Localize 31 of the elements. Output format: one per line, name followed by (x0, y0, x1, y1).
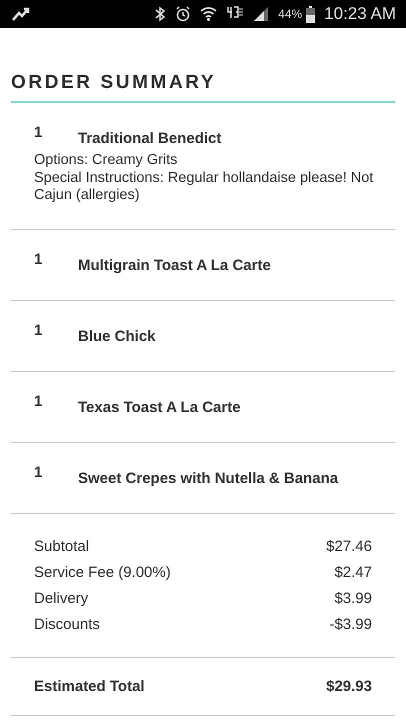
clock-time: 10:23 AM (324, 4, 396, 24)
battery-percentage: 44% (278, 7, 302, 21)
page-title: ORDER SUMMARY (11, 72, 395, 103)
charge-amount: -$3.99 (329, 614, 372, 634)
charge-amount: $3.99 (334, 588, 372, 608)
item-quantity: 1 (34, 125, 44, 141)
charge-label: Subtotal (34, 536, 90, 556)
item-name: Sweet Crepes with Nutella & Banana (78, 468, 338, 488)
charge-label: Discounts (34, 614, 100, 634)
item-note: Options: Creamy Grits (34, 152, 178, 170)
item-quantity: 1 (34, 464, 44, 480)
charge-amount: $2.47 (334, 562, 372, 582)
trend-icon (12, 7, 30, 21)
charge-label: Service Fee (9.00%) (34, 562, 171, 582)
item-name: Traditional Benedict (78, 129, 222, 149)
charge-label: Delivery (34, 588, 88, 608)
alarm-icon (175, 6, 192, 22)
item-name: Multigrain Toast A La Carte (78, 256, 271, 276)
item-quantity: 1 (34, 252, 44, 268)
item-name: Blue Chick (78, 326, 156, 346)
item-quantity: 1 (34, 394, 44, 410)
signal-icon (253, 6, 270, 22)
item-note: Special Instructions: Regular hollandaise please! Not Cajun (allergies) (34, 170, 374, 204)
total-amount: $29.93 (326, 676, 372, 696)
wifi-icon (200, 6, 218, 22)
charge-amount: $27.46 (326, 536, 372, 556)
total-label: Estimated Total (34, 676, 145, 696)
bluetooth-icon (154, 6, 166, 22)
item-quantity: 1 (34, 322, 44, 338)
battery-icon (306, 6, 316, 22)
item-name: Texas Toast A La Carte (78, 398, 241, 418)
